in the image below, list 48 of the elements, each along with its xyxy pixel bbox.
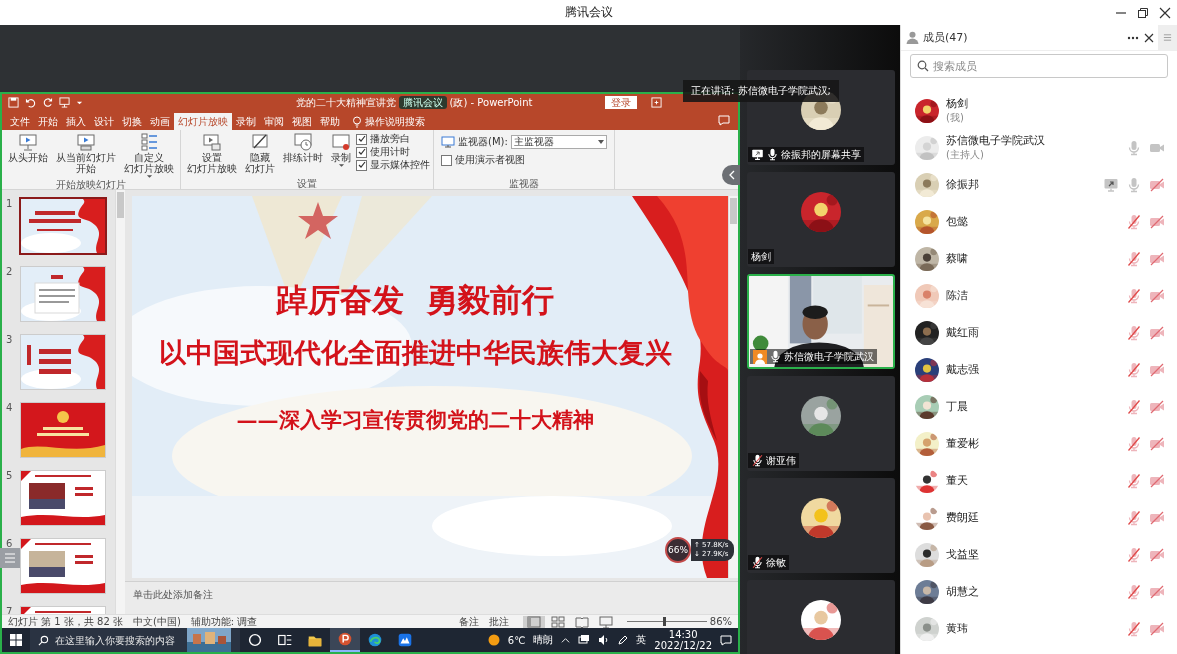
member-name: 徐振邦 <box>946 177 980 192</box>
member-role: (我) <box>946 111 965 124</box>
window-title: 腾讯会议 <box>564 4 613 21</box>
member-name: 董爱彬 <box>946 436 980 451</box>
panel-title: 成员(47) <box>923 30 968 45</box>
slide-tagline: ——深入学习宣传贯彻党的二十大精神 <box>236 406 594 434</box>
participant-name: 徐振邦的屏幕共享 <box>781 148 861 161</box>
member-name: 包懿 <box>946 214 969 229</box>
slide-number: 6 <box>6 538 14 550</box>
temperature: 6℃ <box>507 634 526 646</box>
slide-count: 幻灯片 第 1 张，共 82 张 <box>8 615 123 628</box>
slide-subtitle: 以中国式现代化全面推进中华民族伟大复兴 <box>158 336 672 370</box>
member-name: 戴红雨 <box>946 325 980 340</box>
participant-name: 徐敏 <box>766 556 786 569</box>
member-name: 董天 <box>946 473 969 488</box>
slide-number: 2 <box>6 266 14 278</box>
group-label: 设置 <box>296 178 318 189</box>
document-title: 党的二十大精神宣讲党 <box>295 95 396 110</box>
speaking-tooltip: 正在讲话: 苏信微电子学院武汉; <box>683 80 839 102</box>
member-name: 杨剑 <box>946 97 969 111</box>
member-name: 黄玮 <box>946 621 969 636</box>
weather-text: 晴朗 <box>533 633 554 647</box>
slide-number: 4 <box>6 402 14 414</box>
field-label: 监视器(M): <box>458 135 508 149</box>
checkbox-label: 使用演示者视图 <box>455 154 525 166</box>
slide-number: 3 <box>6 334 14 346</box>
participant-name: 杨剑 <box>751 250 771 263</box>
participant-name: 谢亚伟 <box>766 454 796 467</box>
checkbox-label: 显示媒体控件 <box>370 159 430 171</box>
slide-number: 1 <box>6 198 14 210</box>
group-label: 监视器 <box>507 178 540 189</box>
document-title: (政) - PowerPoint <box>449 95 533 110</box>
meeting-badge: 腾讯会议 <box>398 96 447 109</box>
member-name: 费朗廷 <box>946 510 980 525</box>
member-name: 蔡啸 <box>946 251 969 266</box>
group-label: 开始放映幻灯片 <box>55 179 127 190</box>
slide-title: 踔厉奋发 勇毅前行 <box>275 280 555 320</box>
member-name: 陈洁 <box>946 288 969 303</box>
member-name: 丁晨 <box>946 399 969 414</box>
member-name: 苏信微电子学院武汉 <box>946 134 1046 148</box>
participant-name: 苏信微电子学院武汉 <box>784 350 874 363</box>
member-role: (主持人) <box>946 148 985 161</box>
slide-number: 5 <box>6 470 14 482</box>
checkbox-label: 播放旁白 <box>370 133 410 145</box>
member-name: 戴志强 <box>946 362 980 377</box>
member-name: 戈益坚 <box>946 547 980 562</box>
member-name: 胡慧之 <box>946 584 980 599</box>
checkbox-label: 使用计时 <box>370 146 410 158</box>
